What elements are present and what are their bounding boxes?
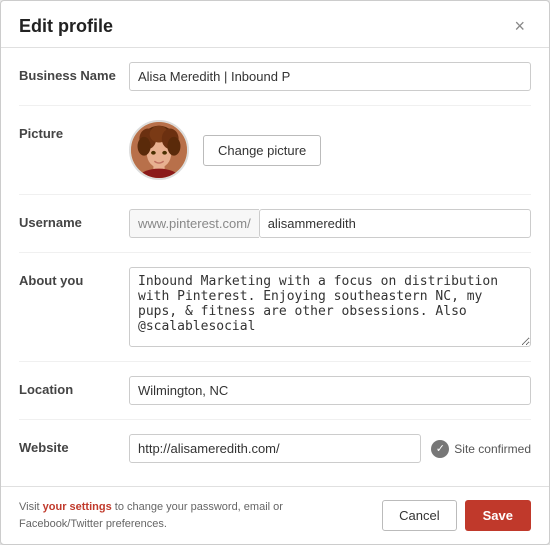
username-row: Username www.pinterest.com/	[19, 195, 531, 253]
site-confirmed-label: Site confirmed	[454, 442, 531, 456]
modal-footer: Visit your settings to change your passw…	[1, 486, 549, 544]
avatar	[129, 120, 189, 180]
site-confirmed-badge: ✓ Site confirmed	[431, 440, 531, 458]
username-control: www.pinterest.com/	[129, 209, 531, 238]
location-label: Location	[19, 376, 129, 397]
website-input[interactable]	[129, 434, 421, 463]
footer-note: Visit your settings to change your passw…	[19, 499, 339, 532]
username-wrap: www.pinterest.com/	[129, 209, 531, 238]
about-you-row: About you Inbound Marketing with a focus…	[19, 253, 531, 362]
footer-buttons: Cancel Save	[382, 500, 531, 531]
about-you-control: Inbound Marketing with a focus on distri…	[129, 267, 531, 347]
business-name-label: Business Name	[19, 62, 129, 83]
modal-title: Edit profile	[19, 16, 113, 37]
url-prefix: www.pinterest.com/	[129, 209, 259, 238]
modal-header: Edit profile ×	[1, 1, 549, 48]
username-input[interactable]	[259, 209, 531, 238]
checkmark-icon: ✓	[431, 440, 449, 458]
website-row: Website ✓ Site confirmed	[19, 420, 531, 477]
about-you-textarea[interactable]: Inbound Marketing with a focus on distri…	[129, 267, 531, 347]
business-name-row: Business Name	[19, 48, 531, 106]
username-label: Username	[19, 209, 129, 230]
picture-label: Picture	[19, 120, 129, 141]
location-input[interactable]	[129, 376, 531, 405]
settings-link[interactable]: your settings	[43, 501, 112, 513]
location-control	[129, 376, 531, 405]
about-you-label: About you	[19, 267, 129, 288]
picture-row: Picture	[19, 106, 531, 195]
website-control: ✓ Site confirmed	[129, 434, 531, 463]
location-row: Location	[19, 362, 531, 420]
footer-note-prefix: Visit	[19, 501, 43, 513]
change-picture-button[interactable]: Change picture	[203, 135, 321, 166]
picture-control: Change picture	[129, 120, 531, 180]
business-name-control	[129, 62, 531, 91]
modal-body: Business Name Picture	[1, 48, 549, 486]
edit-profile-modal: Edit profile × Business Name Picture	[0, 0, 550, 545]
website-label: Website	[19, 434, 129, 455]
close-button[interactable]: ×	[508, 15, 531, 37]
business-name-input[interactable]	[129, 62, 531, 91]
picture-wrap: Change picture	[129, 120, 321, 180]
cancel-button[interactable]: Cancel	[382, 500, 456, 531]
save-button[interactable]: Save	[465, 500, 531, 531]
website-wrap: ✓ Site confirmed	[129, 434, 531, 463]
